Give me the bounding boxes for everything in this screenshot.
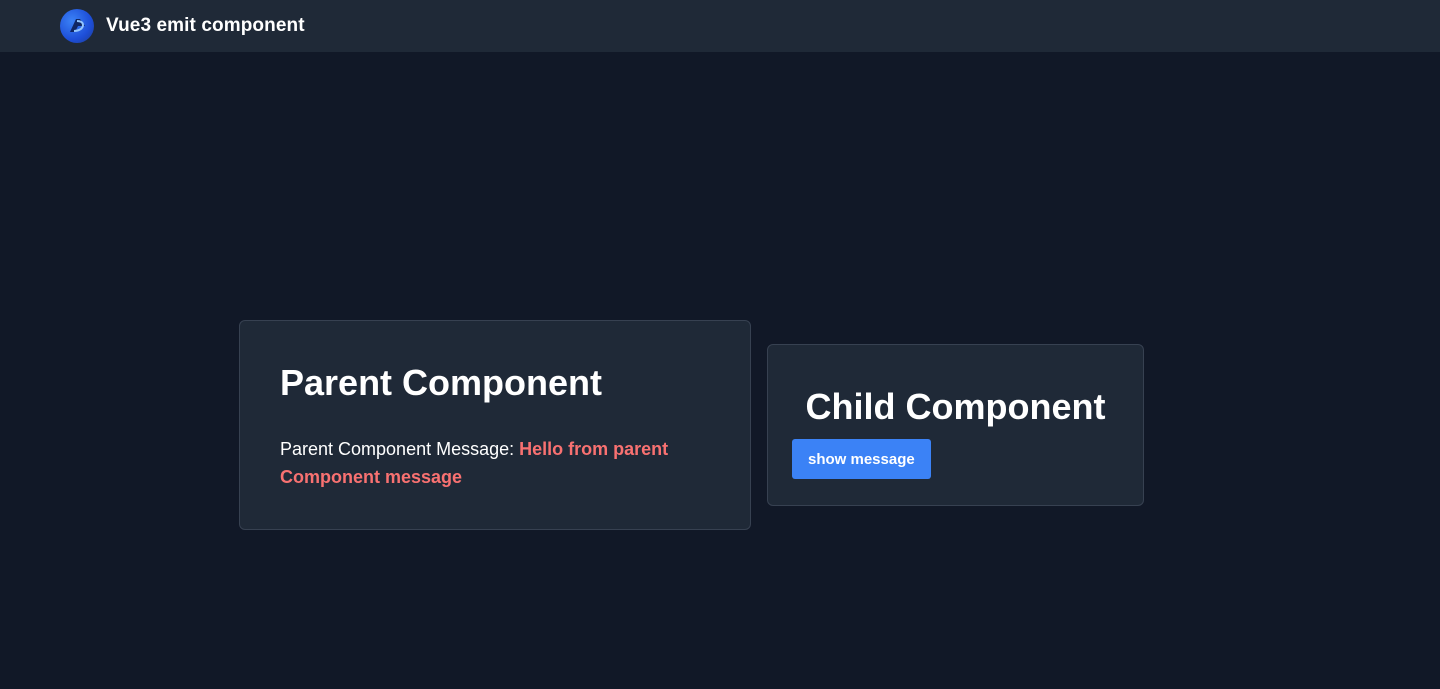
child-component-title: Child Component (805, 386, 1106, 427)
top-navbar: Vue3 emit component (0, 0, 1440, 52)
parent-message-label: Parent Component Message: (280, 439, 520, 459)
logo-glyph-icon (70, 19, 85, 32)
parent-component-title: Parent Component (280, 362, 603, 403)
parent-message-line: Parent Component Message: Hello from par… (280, 435, 710, 491)
child-component-card: Child Component show message (767, 344, 1144, 506)
app-title[interactable]: Vue3 emit component (106, 15, 305, 37)
parent-component-card: Parent Component Parent Component Messag… (239, 320, 751, 530)
app-logo-icon[interactable] (60, 9, 94, 43)
show-message-button[interactable]: show message (792, 439, 931, 479)
